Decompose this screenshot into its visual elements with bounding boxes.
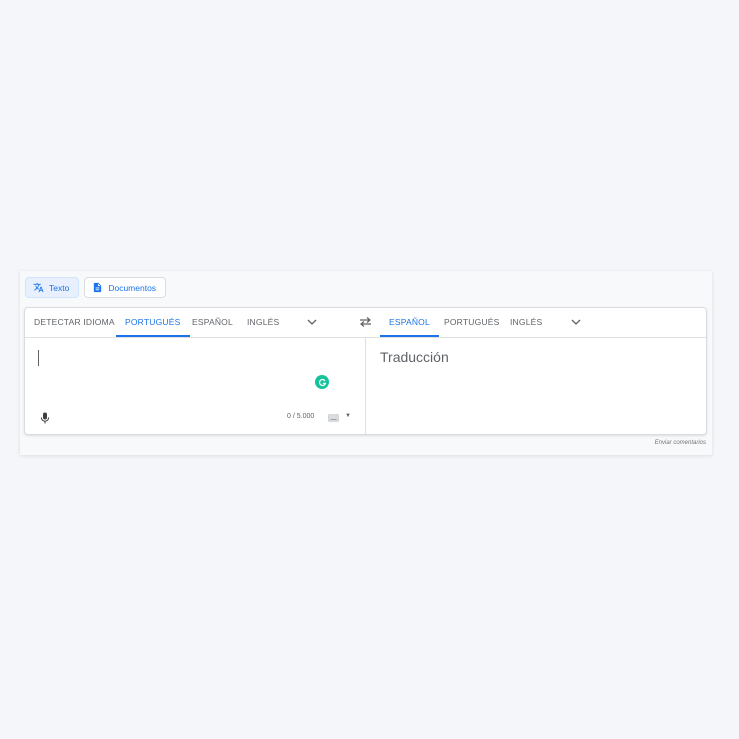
swap-languages-icon[interactable]	[359, 316, 372, 328]
grammarly-icon[interactable]	[315, 375, 329, 389]
translate-card: Texto Documentos DETECTAR IDIOMA PORTUGU…	[20, 271, 712, 455]
send-feedback-link[interactable]: Enviar comentarios	[655, 440, 706, 446]
documents-mode-label: Documentos	[108, 282, 157, 293]
source-lang-detect[interactable]: DETECTAR IDIOMA	[34, 308, 115, 336]
document-icon	[94, 282, 102, 293]
target-lang-english[interactable]: INGLÉS	[510, 308, 542, 336]
target-more-languages-icon[interactable]	[570, 317, 582, 327]
grammarly-g-glyph	[318, 378, 326, 386]
translate-icon	[33, 282, 44, 293]
target-lang-spanish[interactable]: ESPAÑOL	[380, 308, 439, 337]
text-mode-label: Texto	[49, 282, 70, 293]
source-lang-portuguese[interactable]: PORTUGUÉS	[116, 308, 189, 337]
translation-panel: DETECTAR IDIOMA PORTUGUÉS ESPAÑOL INGLÉS…	[24, 307, 707, 435]
character-count: 0 / 5.000	[287, 413, 315, 420]
language-bar: DETECTAR IDIOMA PORTUGUÉS ESPAÑOL INGLÉS…	[25, 308, 706, 338]
mode-selector: Texto Documentos	[25, 277, 167, 298]
microphone-icon[interactable]	[40, 412, 50, 424]
text-cursor	[38, 350, 39, 366]
text-mode-button[interactable]: Texto	[25, 277, 80, 298]
documents-mode-button[interactable]: Documentos	[84, 277, 167, 298]
panel-divider	[365, 337, 366, 434]
keyboard-dropdown-icon[interactable]: ▼	[345, 413, 351, 419]
source-lang-spanish[interactable]: ESPAÑOL	[192, 308, 233, 336]
keyboard-icon[interactable]	[328, 414, 339, 422]
translation-output: Traducción	[380, 349, 449, 365]
target-lang-portuguese[interactable]: PORTUGUÉS	[444, 308, 500, 336]
source-more-languages-icon[interactable]	[306, 317, 318, 327]
source-lang-english[interactable]: INGLÉS	[247, 308, 279, 336]
source-text-area[interactable]	[25, 337, 365, 435]
